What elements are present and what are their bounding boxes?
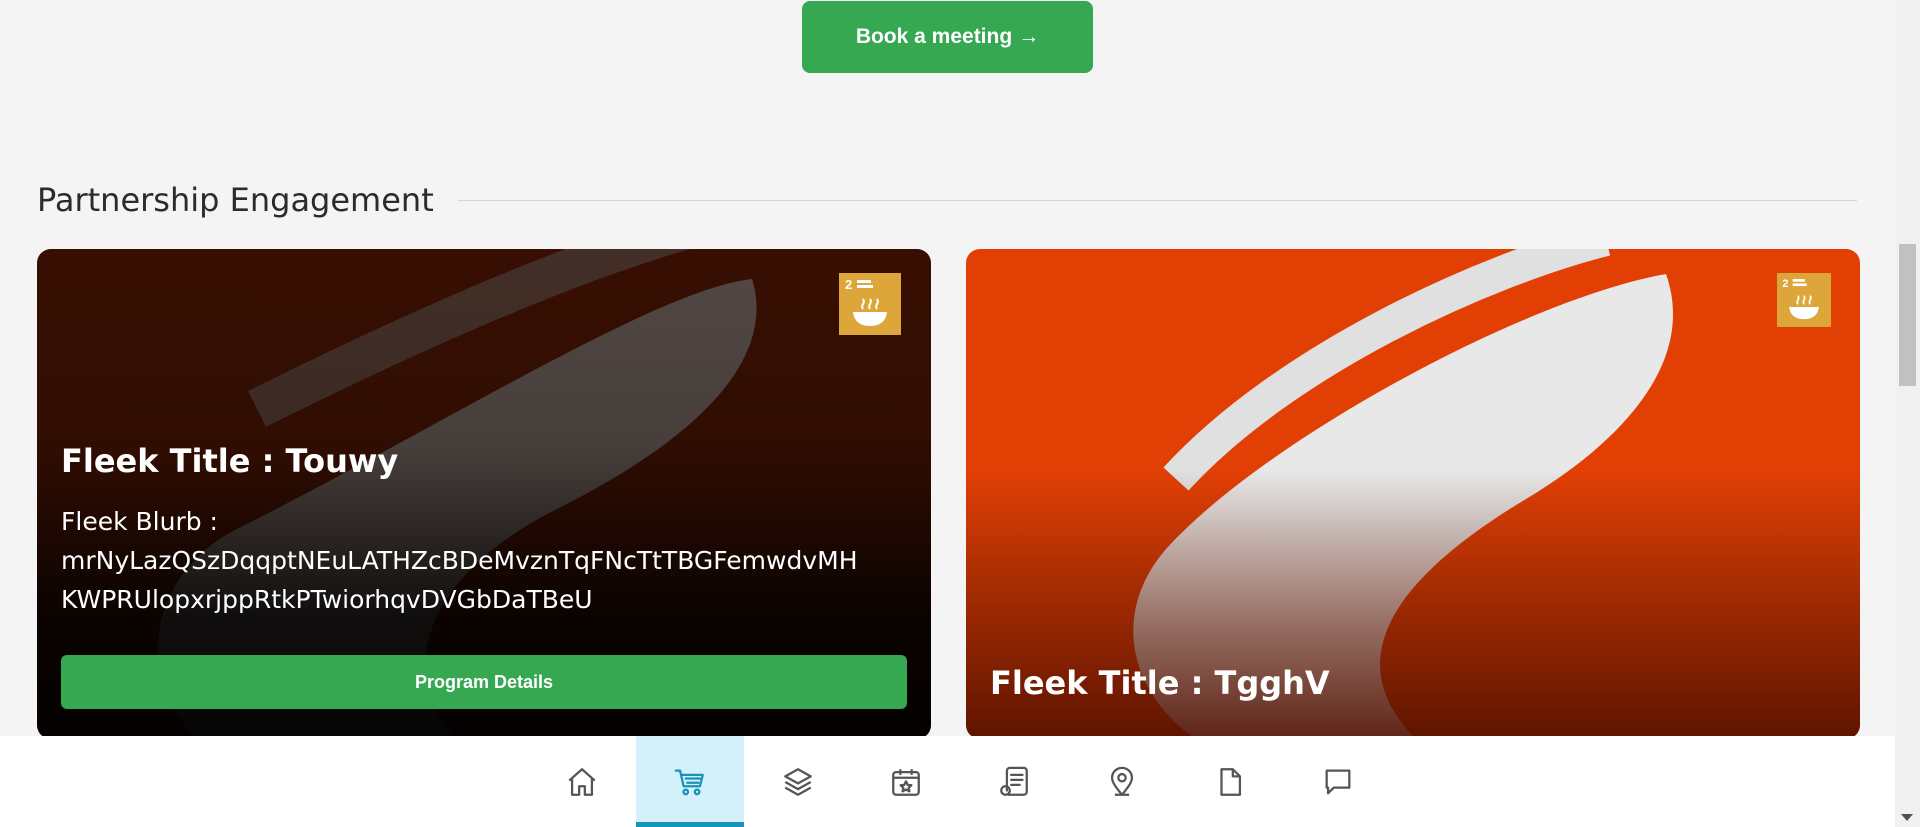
location-pin-icon: [1110, 766, 1134, 796]
card-blurb: Fleek Blurb : mrNyLazQSzDqqptNEuLATHZcBD…: [61, 502, 921, 619]
section-divider: [457, 199, 1857, 201]
vertical-scrollbar[interactable]: [1895, 0, 1920, 827]
chat-icon: [1325, 769, 1351, 794]
svg-text:2: 2: [1782, 278, 1788, 290]
book-meeting-button[interactable]: Book a meeting →: [802, 1, 1093, 73]
section-header: Partnership Engagement: [37, 178, 1857, 222]
arrow-right-icon: →: [1018, 25, 1040, 48]
nav-messages[interactable]: [1284, 736, 1392, 827]
calendar-star-icon: [892, 768, 920, 796]
sdg-zero-hunger-icon: 2: [839, 273, 901, 335]
nav-cart[interactable]: [636, 736, 744, 827]
card-blurb-line: mrNyLazQSzDqqptNEuLATHZcBDeMvznTqFNcTtTB…: [61, 546, 858, 575]
svg-text:2: 2: [845, 277, 852, 292]
layers-icon: [784, 767, 812, 796]
book-meeting-label: Book a meeting: [855, 25, 1013, 48]
card-title: Fleek Title : Touwy: [61, 442, 399, 480]
nav-locations[interactable]: [1068, 736, 1176, 827]
scrollbar-thumb[interactable]: [1899, 244, 1916, 386]
scroll-down-arrow-icon[interactable]: [1901, 814, 1913, 821]
receipt-icon: [1000, 766, 1028, 796]
card-blurb-line: Fleek Blurb :: [61, 507, 218, 536]
program-card[interactable]: 2 Fleek Title : TgghV: [966, 249, 1860, 739]
bottom-nav: [0, 736, 1895, 827]
nav-documents[interactable]: [1176, 736, 1284, 827]
cart-icon: [674, 769, 704, 795]
section-title: Partnership Engagement: [37, 181, 434, 219]
program-card[interactable]: 2 Fleek Title : Touwy Fleek Blurb : mrNy…: [37, 249, 931, 739]
card-blurb-line: KWPRUlopxrjppRtkPTwiorhqvDVGbDaTBeU: [61, 585, 593, 614]
document-icon: [1220, 767, 1242, 796]
home-icon: [568, 767, 596, 796]
program-details-button[interactable]: Program Details: [61, 655, 907, 709]
nav-events[interactable]: [852, 736, 960, 827]
nav-layers[interactable]: [744, 736, 852, 827]
card-title: Fleek Title : TgghV: [990, 664, 1330, 702]
sdg-zero-hunger-icon: 2: [1777, 273, 1831, 327]
nav-records[interactable]: [960, 736, 1068, 827]
nav-home[interactable]: [528, 736, 636, 827]
